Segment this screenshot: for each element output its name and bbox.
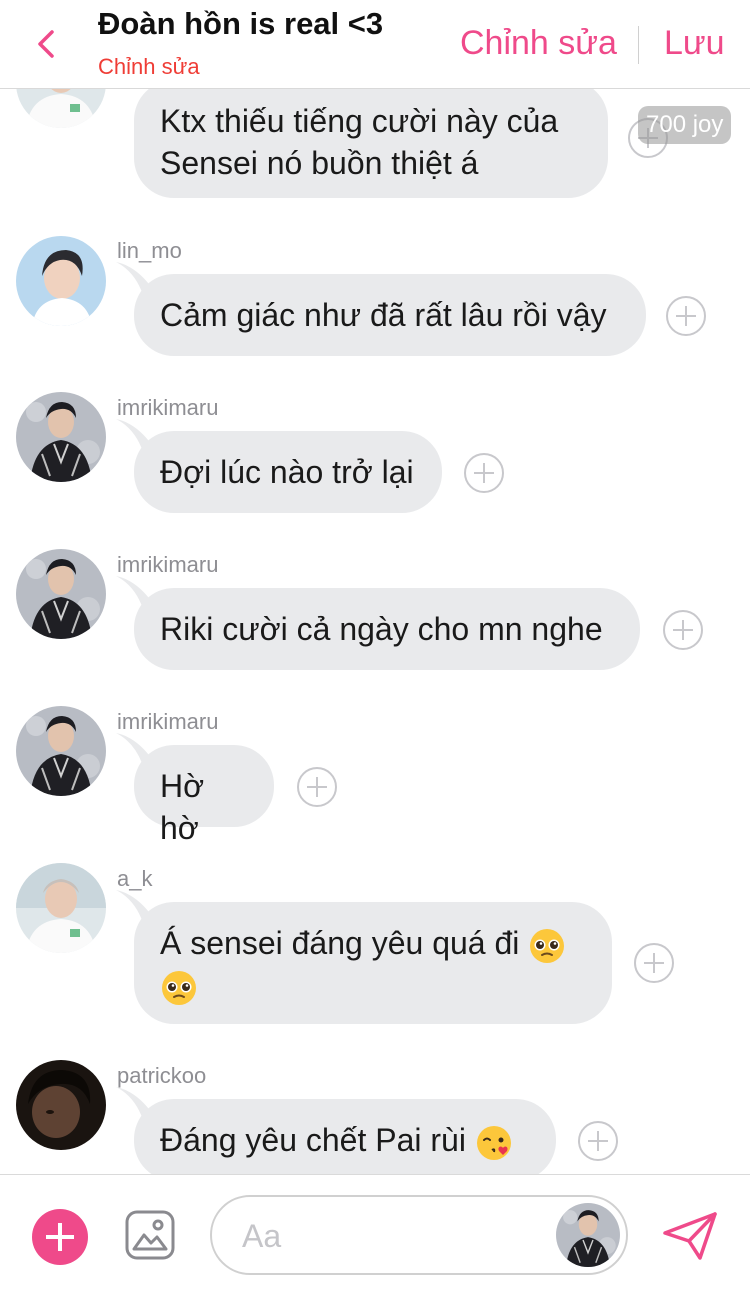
add-reaction-icon[interactable] <box>634 943 674 983</box>
message-username: imrikimaru <box>117 709 219 734</box>
message-bubble[interactable]: Đáng yêu chết Pai rùi <box>116 1087 556 1181</box>
message-bubble[interactable]: Cảm giác như đã rất lâu rồi vậy <box>116 262 646 356</box>
avatar[interactable] <box>16 392 106 482</box>
add-reaction-icon[interactable] <box>297 767 337 807</box>
message-bubble[interactable]: Á sensei đáng yêu quá đi <box>116 890 612 1024</box>
pleading-face-icon <box>162 971 196 1006</box>
bubble-tail <box>116 419 152 455</box>
edit-button[interactable]: Chỉnh sửa <box>460 24 617 63</box>
message-bubble[interactable]: Riki cười cả ngày cho mn nghe <box>116 576 640 670</box>
message-bubble[interactable]: Hờ hờ <box>116 733 274 846</box>
message-text: Hờ hờ <box>160 768 205 846</box>
chat-subtitle-edit-link[interactable]: Chỉnh sửa <box>98 54 200 80</box>
message-text: Đáng yêu chết Pai rùi <box>160 1122 466 1158</box>
message-bubble[interactable]: Ktx thiếu tiếng cười này của Sensei nó b… <box>134 80 608 198</box>
add-reaction-icon[interactable] <box>663 610 703 650</box>
chat-title: Đoàn hồn is real <3 <box>98 6 384 41</box>
message-text: Á sensei đáng yêu quá đi <box>160 925 520 961</box>
face-blowing-kiss-icon <box>476 1125 511 1160</box>
message-text: Riki cười cả ngày cho mn nghe <box>160 611 603 647</box>
chat-header: Đoàn hồn is real <3 Chỉnh sửa Chỉnh sửa … <box>0 0 750 89</box>
add-attachment-button[interactable] <box>32 1209 88 1265</box>
avatar[interactable] <box>16 549 106 639</box>
save-button[interactable]: Lưu <box>664 24 725 63</box>
bubble-tail <box>116 890 152 926</box>
bubble-tail <box>116 733 152 769</box>
add-reaction-icon[interactable] <box>578 1121 618 1161</box>
avatar[interactable] <box>16 1060 106 1150</box>
message-bubble[interactable]: Đợi lúc nào trở lại <box>116 419 442 513</box>
message-username: patrickoo <box>117 1063 207 1088</box>
message-username: imrikimaru <box>117 552 219 577</box>
message-username: a_k <box>117 866 153 891</box>
send-icon[interactable] <box>662 1211 718 1261</box>
bubble-tail <box>116 262 152 298</box>
back-chevron-icon[interactable] <box>28 24 68 64</box>
message-input[interactable] <box>240 1213 544 1259</box>
avatar[interactable] <box>16 863 106 953</box>
add-reaction-icon[interactable] <box>464 453 504 493</box>
message-username: imrikimaru <box>117 395 219 420</box>
avatar[interactable] <box>16 706 106 796</box>
image-icon[interactable] <box>124 1209 176 1261</box>
message-text: Ktx thiếu tiếng cười này của Sensei nó b… <box>160 103 559 181</box>
joy-badge: 700 joy <box>638 106 732 144</box>
bubble-tail <box>116 1087 152 1123</box>
pleading-face-icon <box>530 928 565 963</box>
message-username: lin_mo <box>117 238 182 263</box>
add-reaction-icon[interactable] <box>666 296 706 336</box>
message-text: Cảm giác như đã rất lâu rồi vậy <box>160 297 607 333</box>
my-avatar[interactable] <box>556 1203 620 1267</box>
bubble-tail <box>116 576 152 612</box>
message-text: Đợi lúc nào trở lại <box>160 454 414 490</box>
message-input-container <box>210 1195 628 1275</box>
header-divider <box>638 26 639 64</box>
avatar[interactable] <box>16 236 106 326</box>
composer-bar <box>0 1174 750 1295</box>
